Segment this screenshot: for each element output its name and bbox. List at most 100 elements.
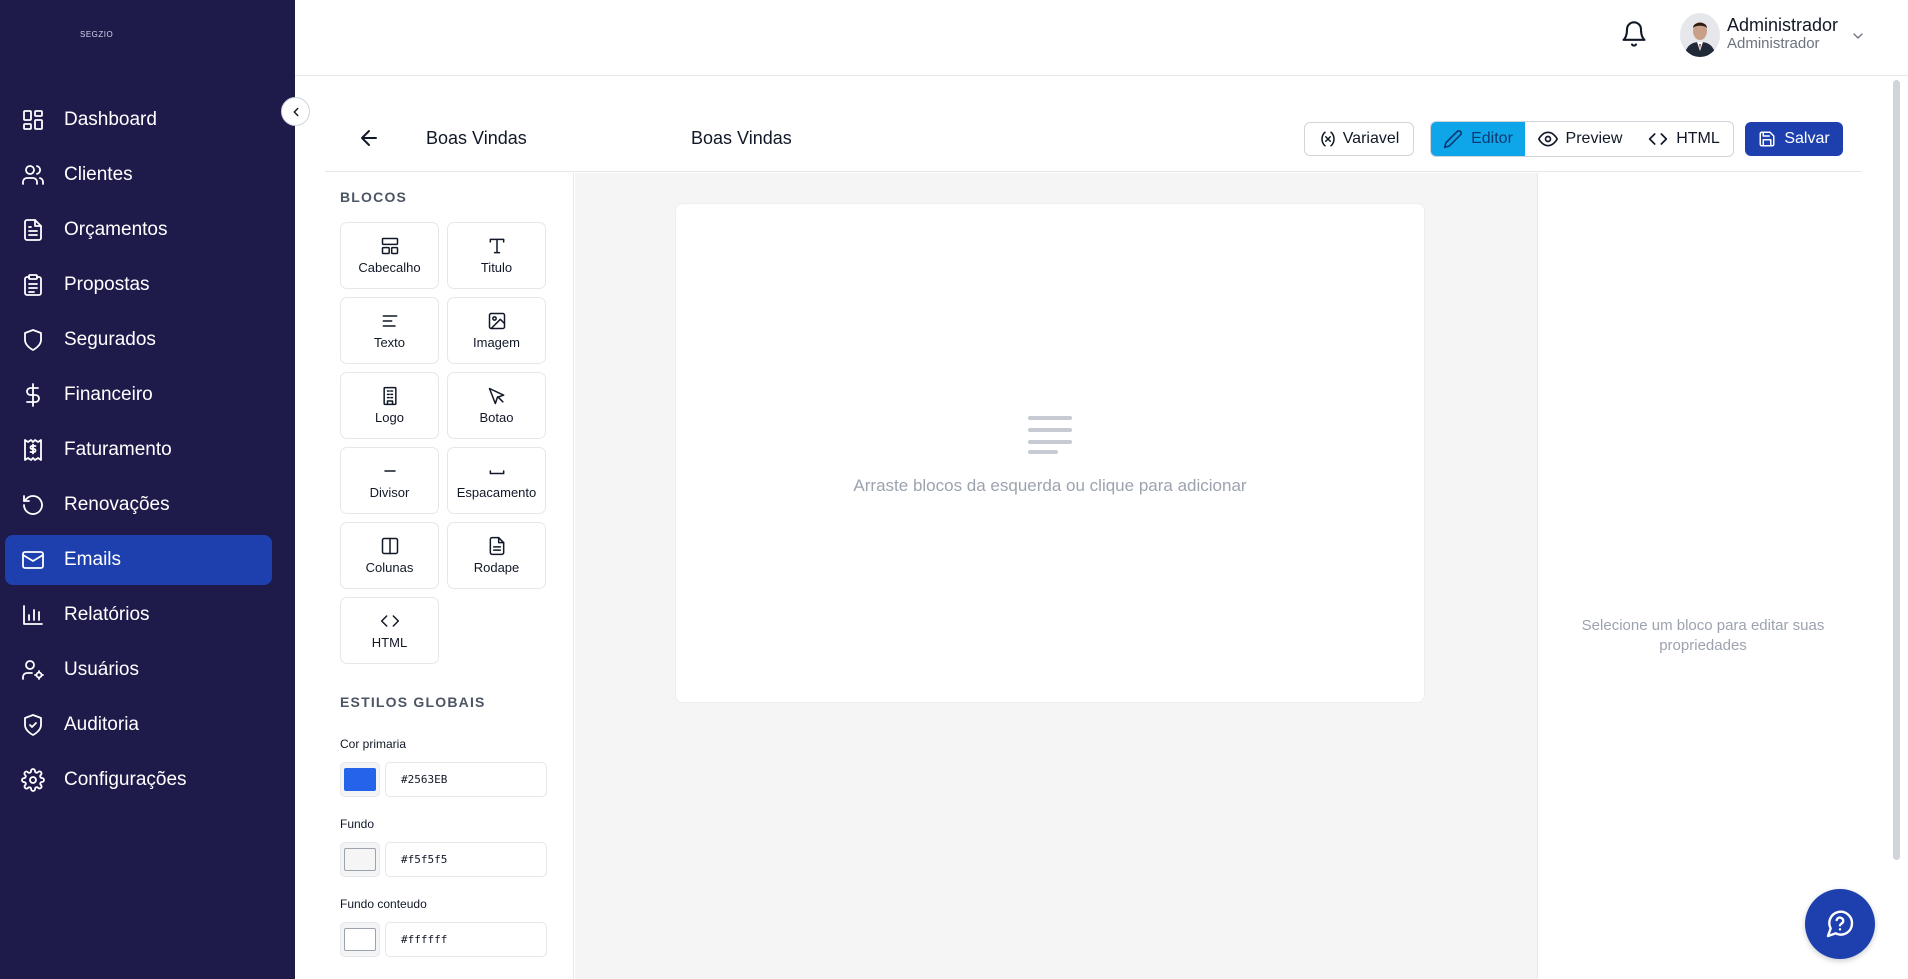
sidebar-item-label: Segurados xyxy=(64,329,156,350)
user-role: Administrador xyxy=(1727,35,1820,52)
block-logo[interactable]: Logo xyxy=(340,372,439,439)
block-label: Botao xyxy=(479,410,514,425)
block-botao[interactable]: Botao xyxy=(447,372,546,439)
sidebar-item-orcamentos[interactable]: Orçamentos xyxy=(5,205,272,255)
file-icon xyxy=(489,536,504,556)
background-color-input[interactable] xyxy=(385,842,547,877)
canvas-area: Arraste blocos da esquerda ou clique par… xyxy=(575,173,1537,979)
settings-icon xyxy=(21,768,45,792)
block-titulo[interactable]: Titulo xyxy=(447,222,546,289)
avatar-image xyxy=(1680,13,1720,57)
block-label: Texto xyxy=(373,335,406,350)
bar-chart-icon xyxy=(23,605,43,625)
variable-button[interactable]: Variavel xyxy=(1304,122,1414,156)
global-styles-title: ESTILOS GLOBAIS xyxy=(340,694,486,710)
sidebar-item-segurados[interactable]: Segurados xyxy=(5,315,272,365)
file-text-icon xyxy=(24,219,42,241)
block-cabecalho[interactable]: Cabecalho xyxy=(340,222,439,289)
code-icon xyxy=(380,615,399,627)
block-label: Titulo xyxy=(480,260,513,275)
sidebar-item-label: Auditoria xyxy=(64,714,139,735)
align-left-icon xyxy=(382,315,397,327)
help-button[interactable] xyxy=(1805,889,1875,959)
block-texto[interactable]: Texto xyxy=(340,297,439,364)
sidebar-item-label: Usuários xyxy=(64,659,139,680)
sidebar-item-label: Faturamento xyxy=(64,439,172,460)
sidebar-nav: Dashboard Clientes Orçamentos Propostas … xyxy=(5,95,272,810)
sidebar-item-label: Financeiro xyxy=(64,384,153,405)
block-label: Cabecalho xyxy=(358,260,421,275)
rotate-icon xyxy=(23,495,43,515)
collapse-sidebar-button[interactable] xyxy=(281,97,310,126)
page-scrollbar[interactable] xyxy=(1893,80,1900,860)
tab-editor[interactable]: Editor xyxy=(1431,122,1525,156)
properties-hint: Selecione um bloco para editar suas prop… xyxy=(1581,617,1825,654)
block-espacamento[interactable]: Espacamento xyxy=(447,447,546,514)
primary-color-swatch[interactable] xyxy=(340,762,380,797)
sidebar-item-label: Clientes xyxy=(64,164,133,185)
tab-html[interactable]: HTML xyxy=(1635,122,1733,156)
content-background-input[interactable] xyxy=(385,922,547,957)
tab-preview[interactable]: Preview xyxy=(1525,122,1635,156)
minus-icon xyxy=(383,470,396,472)
clipboard-icon xyxy=(24,274,42,296)
bell-icon[interactable] xyxy=(1620,20,1648,48)
arrow-left-icon[interactable] xyxy=(357,126,381,150)
sidebar: SEGZIO Dashboard Clientes Orçamentos Pro… xyxy=(0,0,295,979)
template-subject[interactable]: Boas Vindas xyxy=(691,128,792,149)
block-rodape[interactable]: Rodape xyxy=(447,522,546,589)
topbar: Administrador Administrador xyxy=(295,0,1908,76)
blocks-panel: BLOCOS Cabecalho Titulo Texto Imagem Log… xyxy=(325,173,574,979)
primary-color-input[interactable] xyxy=(385,762,547,797)
image-icon xyxy=(488,312,505,330)
content-background-swatch[interactable] xyxy=(340,922,380,957)
sidebar-item-emails[interactable]: Emails xyxy=(5,535,272,585)
shield-check-icon xyxy=(24,714,42,736)
sidebar-item-auditoria[interactable]: Auditoria xyxy=(5,700,272,750)
block-html[interactable]: HTML xyxy=(340,597,439,664)
save-button[interactable]: Salvar xyxy=(1745,122,1843,156)
columns-icon xyxy=(381,537,398,555)
chevron-down-icon[interactable] xyxy=(1850,28,1866,44)
canvas-empty-text: Arraste blocos da esquerda ou clique par… xyxy=(853,476,1247,495)
sidebar-item-clientes[interactable]: Clientes xyxy=(5,150,272,200)
block-divisor[interactable]: Divisor xyxy=(340,447,439,514)
pencil-icon xyxy=(1443,130,1463,149)
sidebar-item-propostas[interactable]: Propostas xyxy=(5,260,272,310)
block-label: Colunas xyxy=(365,560,414,575)
sidebar-item-usuarios[interactable]: Usuários xyxy=(5,645,272,695)
tab-html-label: HTML xyxy=(1676,130,1720,147)
mode-switcher: Editor Preview HTML xyxy=(1430,121,1734,157)
sidebar-item-label: Renovações xyxy=(64,494,170,515)
sidebar-item-label: Propostas xyxy=(64,274,150,295)
receipt-icon xyxy=(24,439,42,461)
sidebar-item-faturamento[interactable]: Faturamento xyxy=(5,425,272,475)
sidebar-item-label: Dashboard xyxy=(64,109,157,130)
block-imagem[interactable]: Imagem xyxy=(447,297,546,364)
properties-panel: Selecione um bloco para editar suas prop… xyxy=(1537,173,1862,979)
email-canvas[interactable]: Arraste blocos da esquerda ou clique par… xyxy=(675,203,1425,703)
sidebar-item-configuracoes[interactable]: Configurações xyxy=(5,755,272,805)
help-chat-icon xyxy=(1826,910,1854,938)
block-colunas[interactable]: Colunas xyxy=(340,522,439,589)
block-label: Rodape xyxy=(473,560,520,575)
user-name[interactable]: Administrador xyxy=(1727,15,1838,36)
save-label: Salvar xyxy=(1784,130,1830,147)
blocks-title: BLOCOS xyxy=(340,189,408,205)
sidebar-item-relatorios[interactable]: Relatórios xyxy=(5,590,272,640)
dollar-icon xyxy=(26,383,40,407)
block-grid: Cabecalho Titulo Texto Imagem Logo Botao… xyxy=(340,222,548,664)
editor-header: Boas Vindas Boas Vindas Variavel Editor … xyxy=(325,100,1862,172)
spacing-icon xyxy=(489,470,504,475)
sidebar-item-financeiro[interactable]: Financeiro xyxy=(5,370,272,420)
sidebar-item-dashboard[interactable]: Dashboard xyxy=(5,95,272,145)
background-color-label: Fundo xyxy=(340,817,375,831)
sidebar-item-renovacoes[interactable]: Renovações xyxy=(5,480,272,530)
template-name[interactable]: Boas Vindas xyxy=(426,128,527,149)
tab-preview-label: Preview xyxy=(1565,130,1623,147)
layout-header-icon xyxy=(381,237,398,255)
background-color-swatch[interactable] xyxy=(340,842,380,877)
content-background-label: Fundo conteudo xyxy=(340,897,427,911)
sidebar-item-label: Emails xyxy=(64,549,122,570)
avatar[interactable] xyxy=(1680,13,1720,57)
